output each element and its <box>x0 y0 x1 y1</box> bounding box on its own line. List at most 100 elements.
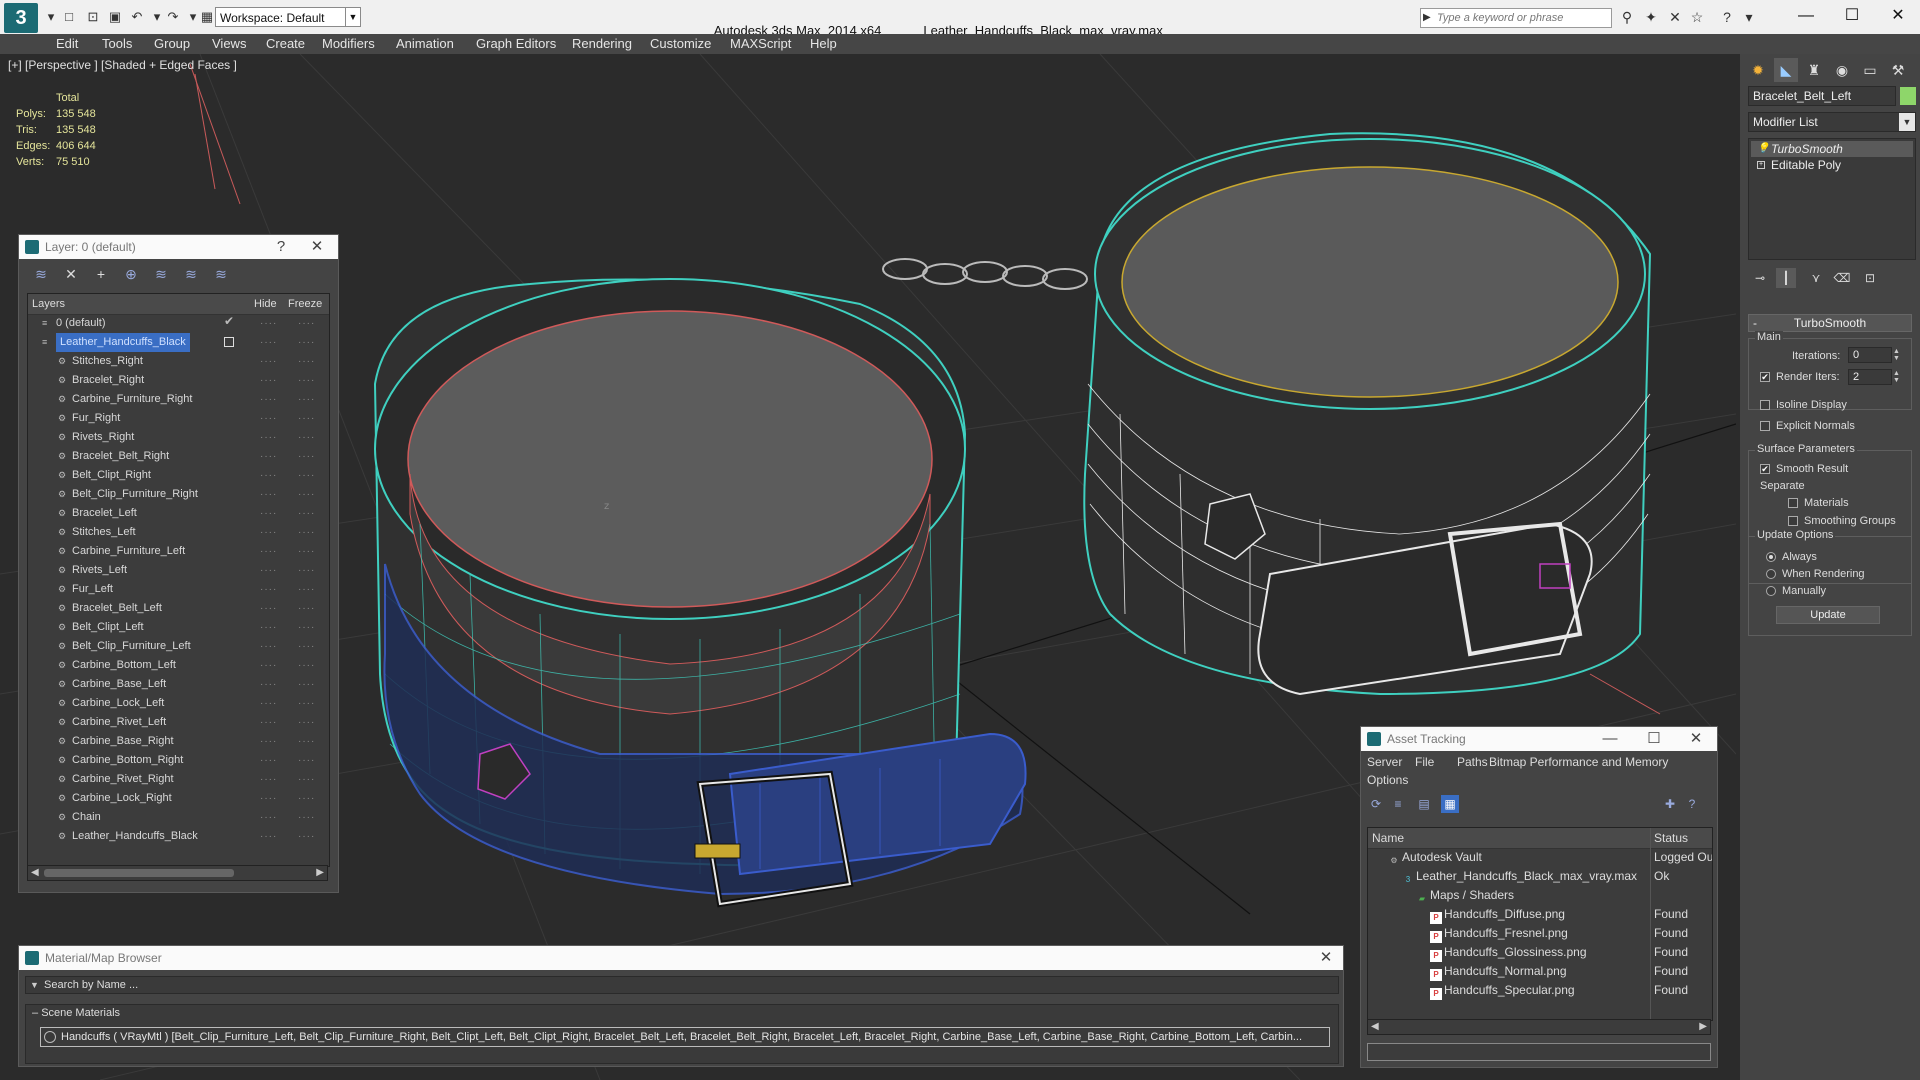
freeze-toggle[interactable]: ···· <box>298 732 315 751</box>
layer-row[interactable]: ⚙ Carbine_Furniture_Left ···· ···· <box>28 542 329 561</box>
layer-row[interactable]: ⚙ Carbine_Furniture_Right ···· ···· <box>28 390 329 409</box>
freeze-toggle[interactable]: ···· <box>298 751 315 770</box>
layer-window-titlebar[interactable]: Layer: 0 (default) ? ✕ <box>19 235 338 259</box>
redo-icon[interactable]: ↷ <box>164 8 182 26</box>
asset-menu-paths[interactable]: Paths <box>1457 755 1488 769</box>
keyword-search-input[interactable]: ▶ Type a keyword or phrase <box>1420 8 1612 28</box>
current-layer-check-icon[interactable]: ✔ <box>224 315 234 327</box>
material-search-input[interactable]: ▼ Search by Name ... <box>25 976 1339 994</box>
freeze-toggle[interactable]: ···· <box>298 523 315 542</box>
layer-row[interactable]: ⚙ Belt_Clipt_Left ···· ···· <box>28 618 329 637</box>
freeze-toggle[interactable]: ···· <box>298 599 315 618</box>
layer-row[interactable]: ⚙ Carbine_Bottom_Right ···· ···· <box>28 751 329 770</box>
menu-tools[interactable]: Tools <box>102 34 132 54</box>
menu-graph-editors[interactable]: Graph Editors <box>476 34 556 54</box>
col-status[interactable]: Status <box>1654 828 1688 848</box>
subscription-icon[interactable]: ✦ <box>1640 7 1662 27</box>
material-browser-titlebar[interactable]: Material/Map Browser ✕ <box>19 946 1343 970</box>
asset-row[interactable]: 3 Leather_Handcuffs_Black_max_vray.max Ok <box>1368 867 1712 886</box>
close-icon[interactable]: ✕ <box>1683 727 1709 751</box>
menu-help[interactable]: Help <box>810 34 837 54</box>
hide-toggle[interactable]: ···· <box>260 618 277 637</box>
maximize-icon[interactable]: ☐ <box>1641 727 1667 751</box>
hide-toggle[interactable]: ···· <box>260 827 277 846</box>
freeze-toggle[interactable]: ···· <box>298 390 315 409</box>
refresh-icon[interactable]: ⟳ <box>1367 795 1385 813</box>
layer-row[interactable]: ⚙ Leather_Handcuffs_Black ···· ···· <box>28 827 329 846</box>
material-item[interactable]: Handcuffs ( VRayMtl ) [Belt_Clip_Furnitu… <box>40 1027 1330 1047</box>
separate-smoothing-groups-checkbox[interactable] <box>1788 516 1798 526</box>
spinner-arrows-icon[interactable]: ▲ ▼ <box>1893 370 1903 384</box>
expand-plus-icon[interactable]: + <box>1757 161 1765 169</box>
new-file-icon[interactable]: □ <box>60 8 78 26</box>
layer-row[interactable]: ⚙ Stitches_Right ···· ···· <box>28 352 329 371</box>
hide-toggle[interactable]: ···· <box>260 409 277 428</box>
asset-row[interactable]: ⚙ Autodesk Vault Logged Out <box>1368 848 1712 867</box>
help-dropdown-icon[interactable]: ▾ <box>1738 7 1760 27</box>
layer-row[interactable]: ⚙ Stitches_Left ···· ···· <box>28 523 329 542</box>
iterations-spinner[interactable]: 0 ▲ ▼ <box>1848 347 1900 363</box>
layer-row[interactable]: ⚙ Carbine_Rivet_Right ···· ···· <box>28 770 329 789</box>
search-expand-icon[interactable]: ▶ <box>1423 9 1431 27</box>
hierarchy-tab-icon[interactable]: ♜ <box>1802 58 1826 82</box>
detail-view-icon[interactable]: ▤ <box>1415 795 1433 813</box>
light-bulb-icon[interactable]: 💡 <box>1757 144 1769 154</box>
display-tab-icon[interactable]: ▭ <box>1858 58 1882 82</box>
object-color-swatch[interactable] <box>1900 87 1916 105</box>
hide-toggle[interactable]: ···· <box>260 485 277 504</box>
layer-row[interactable]: ⚙ Carbine_Rivet_Left ···· ···· <box>28 713 329 732</box>
chevron-down-icon[interactable]: ▼ <box>345 8 360 26</box>
layer-row[interactable]: ≡ 0 (default) ✔ ···· ···· <box>28 314 329 333</box>
hide-toggle[interactable]: ···· <box>260 504 277 523</box>
hide-toggle[interactable]: ···· <box>260 770 277 789</box>
save-file-icon[interactable]: ▣ <box>106 8 124 26</box>
help-button[interactable]: ? <box>268 235 294 259</box>
layer-horizontal-scrollbar[interactable]: ◀ ▶ <box>27 865 328 881</box>
menu-maxscript[interactable]: MAXScript <box>730 34 791 54</box>
freeze-toggle[interactable]: ···· <box>298 542 315 561</box>
freeze-toggle[interactable]: ···· <box>298 447 315 466</box>
menu-customize[interactable]: Customize <box>650 34 711 54</box>
col-name[interactable]: Name <box>1372 828 1404 848</box>
modifier-stack[interactable]: 💡 TurboSmooth + Editable Poly <box>1748 138 1916 260</box>
update-when-rendering-radio[interactable] <box>1766 569 1776 579</box>
close-icon[interactable]: ✕ <box>304 235 330 259</box>
hide-toggle[interactable]: ···· <box>260 637 277 656</box>
remove-modifier-icon[interactable]: ⌫ <box>1832 268 1852 288</box>
scroll-right-icon[interactable]: ▶ <box>316 867 324 878</box>
layer-row[interactable]: ⚙ Bracelet_Right ···· ···· <box>28 371 329 390</box>
layer-list[interactable]: Layers Hide Freeze ≡ 0 (default) ✔ ···· ····… <box>27 293 330 867</box>
update-always-radio[interactable] <box>1766 552 1776 562</box>
asset-menu-bitmap[interactable]: Bitmap Performance and Memory <box>1489 755 1668 769</box>
spinner-arrows-icon[interactable]: ▲ ▼ <box>1893 348 1903 362</box>
freeze-toggle[interactable]: ···· <box>298 713 315 732</box>
asset-table[interactable]: Name Status ⚙ Autodesk Vault Logged Out 3 Le… <box>1367 827 1713 1021</box>
vault-connect-icon[interactable]: ✚ <box>1661 795 1679 813</box>
freeze-toggle[interactable]: ···· <box>298 694 315 713</box>
help-icon[interactable]: ? <box>1683 795 1701 813</box>
object-name-field[interactable]: Bracelet_Belt_Left <box>1748 86 1896 106</box>
layer-row[interactable]: ⚙ Belt_Clip_Furniture_Right ···· ···· <box>28 485 329 504</box>
maximize-button[interactable]: ☐ <box>1834 3 1870 29</box>
hide-toggle[interactable]: ···· <box>260 314 277 333</box>
layer-row[interactable]: ⚙ Chain ···· ···· <box>28 808 329 827</box>
hide-all-layers-icon[interactable]: ≋ <box>181 265 201 283</box>
motion-tab-icon[interactable]: ◉ <box>1830 58 1854 82</box>
hide-toggle[interactable]: ···· <box>260 789 277 808</box>
make-unique-icon[interactable]: ⋎ <box>1806 268 1826 288</box>
freeze-toggle[interactable]: ···· <box>298 466 315 485</box>
scroll-left-icon[interactable]: ◀ <box>1371 1021 1379 1032</box>
scroll-right-icon[interactable]: ▶ <box>1699 1021 1707 1032</box>
hide-toggle[interactable]: ···· <box>260 675 277 694</box>
freeze-toggle[interactable]: ···· <box>298 504 315 523</box>
stack-item-editable-poly[interactable]: + Editable Poly <box>1751 157 1913 173</box>
app-logo-icon[interactable]: 3 <box>4 3 38 33</box>
layer-row[interactable]: ⚙ Carbine_Bottom_Left ···· ···· <box>28 656 329 675</box>
asset-menu-server[interactable]: Server <box>1367 755 1402 769</box>
layer-row[interactable]: ⚙ Belt_Clip_Furniture_Left ···· ···· <box>28 637 329 656</box>
create-tab-icon[interactable]: ✹ <box>1746 58 1770 82</box>
table-view-icon[interactable]: ▦ <box>1441 795 1459 813</box>
layer-row[interactable]: ⚙ Carbine_Base_Right ···· ···· <box>28 732 329 751</box>
menu-rendering[interactable]: Rendering <box>572 34 632 54</box>
binoculars-icon[interactable]: ⚲ <box>1616 7 1638 27</box>
